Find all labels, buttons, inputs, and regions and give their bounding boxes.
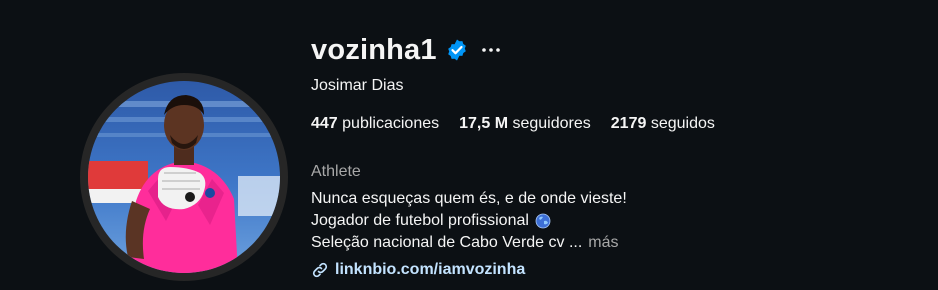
bio-more-button[interactable]: más <box>588 232 618 254</box>
followers-label: seguidores <box>512 115 591 132</box>
posts-label: publicaciones <box>342 115 440 132</box>
bio-text-1: Nunca esqueças quem és, e de onde vieste… <box>311 190 627 207</box>
link-icon <box>311 261 329 279</box>
bio-line-1: Nunca esqueças quem és, e de onde vieste… <box>311 188 627 210</box>
posts-count[interactable]: 447 publicaciones <box>311 114 439 134</box>
verified-badge-icon <box>445 38 469 62</box>
profile-header: vozinha1 <box>311 32 501 68</box>
external-link[interactable]: linknbio.com/iamvozinha <box>311 259 525 281</box>
profile-category: Athlete <box>311 163 361 180</box>
bio-text-3: Seleção nacional de Cabo Verde cv ... <box>311 234 583 251</box>
profile-avatar-button[interactable] <box>80 73 288 281</box>
profile-stats: 447 publicaciones 17,5 M seguidores 2179… <box>311 114 735 134</box>
username: vozinha1 <box>311 34 437 66</box>
avatar <box>88 81 280 273</box>
following-number: 2179 <box>610 115 647 132</box>
bio-line-3: Seleção nacional de Cabo Verde cv ... má… <box>311 232 627 254</box>
posts-number: 447 <box>311 115 338 132</box>
bio-line-2: Jogador de futebol profissional <box>311 210 627 232</box>
bio-text-2: Jogador de futebol profissional <box>311 212 529 229</box>
following-label: seguidos <box>650 115 715 132</box>
following-link[interactable]: 2179 seguidos <box>611 114 715 134</box>
followers-link[interactable]: 17,5 M seguidores <box>459 114 591 134</box>
followers-number: 17,5 M <box>459 115 509 132</box>
full-name: Josimar Dias <box>311 77 404 94</box>
external-link-text: linknbio.com/iamvozinha <box>335 261 526 278</box>
more-options-icon[interactable] <box>481 38 501 62</box>
globe-icon <box>535 213 551 229</box>
profile-bio: Nunca esqueças quem és, e de onde vieste… <box>311 188 627 254</box>
